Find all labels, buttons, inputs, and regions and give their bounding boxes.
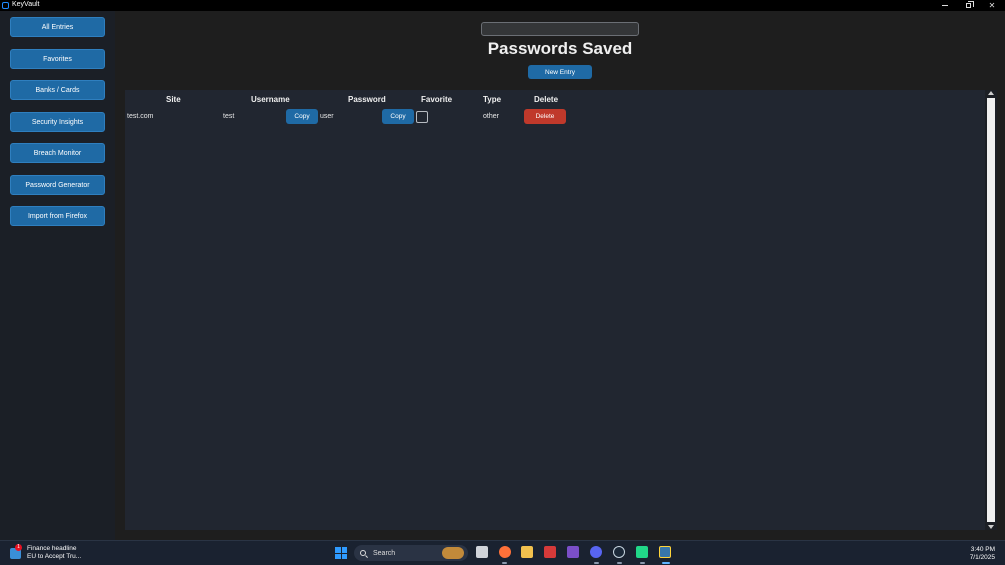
red-app-icon[interactable] xyxy=(544,546,556,558)
search-highlight-icon xyxy=(442,547,464,559)
passwords-table: Site Username Password Favorite Type Del… xyxy=(125,90,997,530)
type-cell: other xyxy=(483,113,499,120)
main-panel: Passwords Saved New Entry Site Username … xyxy=(115,11,1005,540)
active-indicator xyxy=(662,562,670,564)
discord-icon[interactable] xyxy=(590,546,602,558)
close-icon: ✕ xyxy=(988,1,996,10)
scroll-down-icon[interactable] xyxy=(988,525,994,529)
taskbar: 1 Finance headline EU to Accept Tru... S… xyxy=(0,540,1005,565)
system-clock[interactable]: 3:40 PM 7/1/2025 xyxy=(970,546,995,562)
start-button[interactable] xyxy=(335,547,347,559)
delete-button[interactable]: Delete xyxy=(524,109,566,124)
password-generator-button[interactable]: Password Generator xyxy=(10,175,105,195)
banks-cards-button[interactable]: Banks / Cards xyxy=(10,80,105,100)
all-entries-button[interactable]: All Entries xyxy=(10,17,105,37)
copy-password-button[interactable]: Copy xyxy=(382,109,414,124)
running-indicator xyxy=(594,562,599,564)
maximize-button[interactable] xyxy=(957,0,979,11)
task-view-icon[interactable] xyxy=(476,546,488,558)
app-logo-icon xyxy=(2,2,9,9)
visual-studio-icon[interactable] xyxy=(567,546,579,558)
minimize-button[interactable] xyxy=(934,0,956,11)
running-indicator xyxy=(502,562,507,564)
import-firefox-button[interactable]: Import from Firefox xyxy=(10,206,105,226)
header-type: Type xyxy=(483,95,502,104)
header-password: Password xyxy=(348,95,386,104)
clock-time: 3:40 PM xyxy=(970,546,995,553)
running-indicator xyxy=(617,562,622,564)
window-title: KeyVault xyxy=(12,1,40,8)
clock-date: 7/1/2025 xyxy=(969,554,995,561)
news-headline: Finance headline xyxy=(27,545,77,552)
security-insights-button[interactable]: Security Insights xyxy=(10,112,105,132)
search-icon xyxy=(360,550,366,556)
news-text: Finance headline EU to Accept Tru... xyxy=(27,545,81,561)
firefox-icon[interactable] xyxy=(499,546,511,558)
windows-logo-icon xyxy=(335,547,341,553)
news-icon: 1 xyxy=(10,543,22,559)
copy-username-button[interactable]: Copy xyxy=(286,109,318,124)
vertical-scrollbar[interactable] xyxy=(985,90,997,530)
scroll-thumb[interactable] xyxy=(987,98,995,522)
taskbar-search[interactable]: Search xyxy=(354,545,468,561)
steam-icon[interactable] xyxy=(613,546,625,558)
title-bar: KeyVault ✕ xyxy=(0,0,1005,11)
file-explorer-icon[interactable] xyxy=(521,546,533,558)
favorites-button[interactable]: Favorites xyxy=(10,49,105,69)
restore-icon xyxy=(965,1,974,8)
python-icon[interactable] xyxy=(659,546,671,558)
username-cell: test xyxy=(223,113,235,120)
taskbar-search-label: Search xyxy=(373,549,396,557)
header-delete: Delete xyxy=(534,95,559,104)
news-widget[interactable]: 1 Finance headline EU to Accept Tru... xyxy=(10,543,81,561)
favorite-checkbox[interactable] xyxy=(416,111,428,123)
pycharm-icon[interactable] xyxy=(636,546,648,558)
scroll-up-icon[interactable] xyxy=(988,91,994,95)
page-title-text: Passwords Saved xyxy=(487,39,633,58)
running-indicator xyxy=(640,562,645,564)
sidebar: All Entries Favorites Banks / Cards Secu… xyxy=(0,11,115,540)
header-site: Site xyxy=(166,95,181,104)
header-username: Username xyxy=(251,95,290,104)
search-input[interactable] xyxy=(481,22,639,36)
minimize-icon xyxy=(942,5,948,6)
site-cell: test.com xyxy=(127,113,154,120)
new-entry-button[interactable]: New Entry xyxy=(528,65,592,79)
header-favorite: Favorite xyxy=(421,95,453,104)
password-cell: user xyxy=(320,113,334,120)
breach-monitor-button[interactable]: Breach Monitor xyxy=(10,143,105,163)
news-subtext: EU to Accept Tru... xyxy=(27,553,82,560)
news-badge: 1 xyxy=(15,543,22,551)
close-button[interactable]: ✕ xyxy=(981,0,1003,11)
page-title: Passwords Saved xyxy=(115,39,1005,59)
